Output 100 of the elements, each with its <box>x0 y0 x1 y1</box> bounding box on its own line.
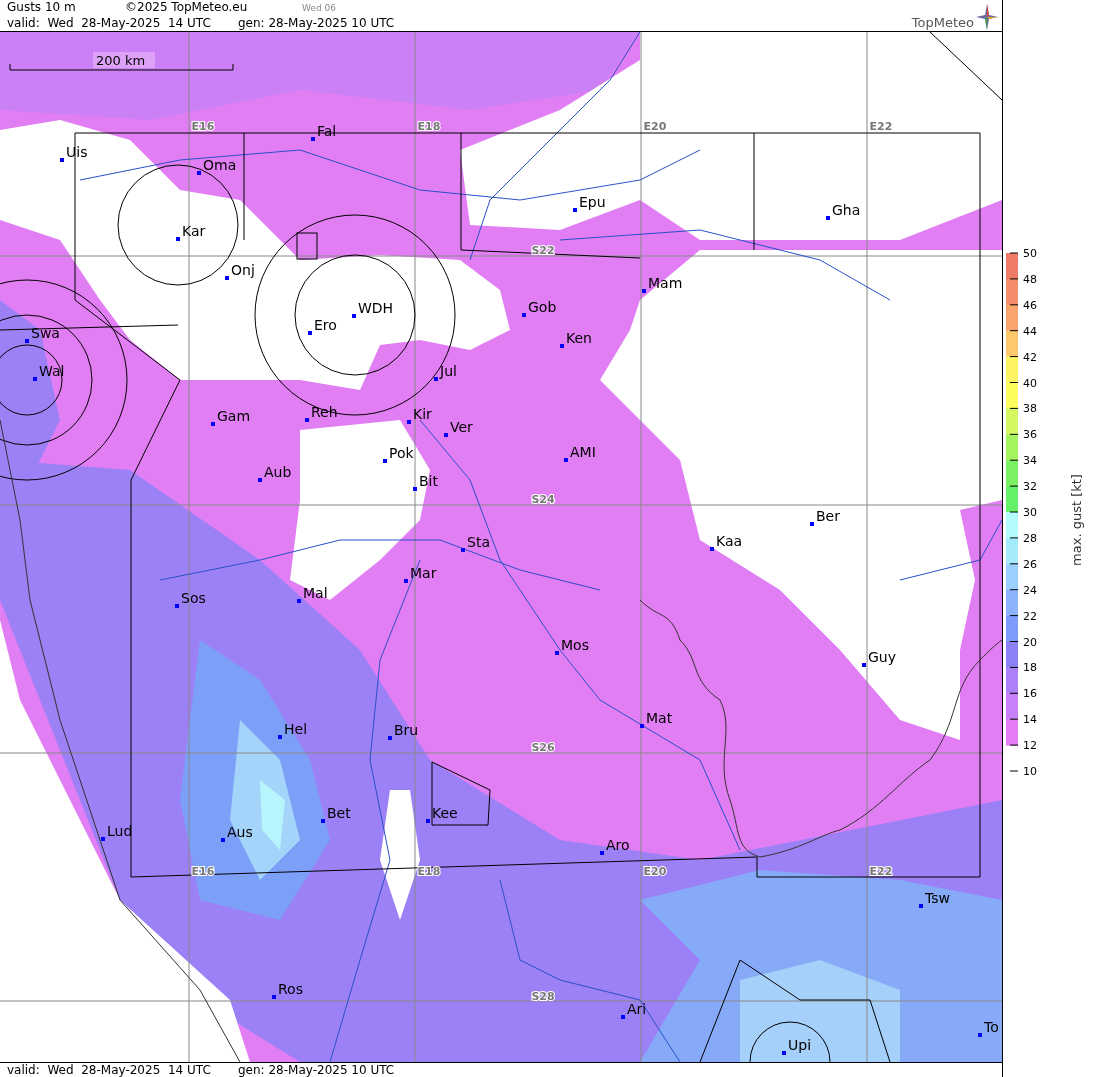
place-label: Sos <box>181 590 206 606</box>
place-marker <box>710 547 714 551</box>
scale-tick-label: 26 <box>1023 557 1037 571</box>
grid-label: E22 <box>869 120 893 133</box>
grid-label: E16 <box>191 120 215 133</box>
place-marker <box>978 1033 982 1037</box>
scale-tick-label: 22 <box>1023 609 1037 623</box>
place-label: Ver <box>450 419 473 435</box>
place-marker <box>826 216 830 220</box>
place-label: Aub <box>264 464 292 480</box>
valid-time: valid: Wed 28-May-2025 14 UTC <box>7 16 212 31</box>
place-label: Gob <box>528 299 557 315</box>
day-code: Wed 06 <box>302 2 336 15</box>
place-label: Ero <box>314 317 337 333</box>
place-marker <box>564 458 568 462</box>
place-marker <box>176 237 180 241</box>
place-label: Mal <box>303 585 328 601</box>
scale-tick-label: 42 <box>1023 350 1037 364</box>
place-marker <box>555 651 559 655</box>
scale-tick-label: 44 <box>1023 324 1037 338</box>
place-marker <box>573 208 577 212</box>
place-marker <box>642 289 646 293</box>
place-marker <box>388 736 392 740</box>
generated-time: gen: 28-May-2025 10 UTC <box>238 16 395 31</box>
place-label: Epu <box>579 194 606 210</box>
place-label: Ros <box>278 981 303 997</box>
place-label: Jul <box>440 363 457 379</box>
place-marker <box>600 851 604 855</box>
place-label: Kee <box>432 805 458 821</box>
place-label: Guy <box>868 649 896 665</box>
place-marker <box>426 819 430 823</box>
place-label: WDH <box>358 300 394 316</box>
place-marker <box>919 904 923 908</box>
place-marker <box>560 344 564 348</box>
scale-tick-label: 32 <box>1023 480 1037 494</box>
scale-tick-label: 12 <box>1023 739 1037 753</box>
grid-label: E18 <box>417 865 441 878</box>
place-label: Mat <box>646 710 673 726</box>
place-label: Mar <box>410 565 437 581</box>
place-label: Bit <box>419 473 438 489</box>
place-label: Swa <box>31 325 60 341</box>
scale-label: 200 km <box>96 53 146 68</box>
place-marker <box>522 313 526 317</box>
place-label: To <box>984 1019 999 1035</box>
place-label: Mam <box>648 275 683 291</box>
valid-time: valid: Wed 28-May-2025 14 UTC <box>7 1063 212 1077</box>
place-label: Kar <box>182 223 206 239</box>
place-marker <box>407 420 411 424</box>
place-label: AMI <box>570 444 596 460</box>
scale-tick-label: 50 <box>1023 247 1037 260</box>
place-label: Kaa <box>716 533 743 549</box>
place-marker <box>862 663 866 667</box>
grid-label: E18 <box>417 120 441 133</box>
place-marker <box>60 158 64 162</box>
place-label: Aro <box>606 837 630 853</box>
legend-title: max. gust [kt] <box>1069 474 1084 566</box>
place-label: Bet <box>327 805 351 821</box>
grid-label: E20 <box>643 865 667 878</box>
place-label: Aus <box>227 824 253 840</box>
place-marker <box>321 819 325 823</box>
place-label: Ari <box>627 1001 647 1017</box>
scale-tick-label: 38 <box>1023 402 1037 416</box>
place-marker <box>461 548 465 552</box>
place-label: Sta <box>467 534 490 550</box>
place-label: Oma <box>203 157 237 173</box>
place-label: Hel <box>284 721 308 737</box>
place-marker <box>272 995 276 999</box>
scale-tick-label: 14 <box>1023 713 1037 727</box>
grid-label: E22 <box>869 865 893 878</box>
scale-tick-label: 30 <box>1023 506 1037 519</box>
place-label: Lud <box>107 823 133 839</box>
grid-label: E20 <box>643 120 667 133</box>
place-label: Ber <box>816 508 840 524</box>
place-marker <box>810 522 814 526</box>
scale-tick-label: 18 <box>1023 661 1037 675</box>
scale-tick-label: 48 <box>1023 272 1037 286</box>
scale-tick-label: 20 <box>1023 635 1037 649</box>
place-marker <box>404 579 408 583</box>
place-label: Bru <box>394 722 419 738</box>
place-marker <box>225 276 229 280</box>
place-marker <box>33 377 37 381</box>
place-label: Upi <box>788 1037 812 1053</box>
place-marker <box>221 838 225 842</box>
place-marker <box>413 487 417 491</box>
logo-text: TopMeteo <box>911 15 974 30</box>
place-marker <box>305 418 309 422</box>
scale-tick-label: 10 <box>1023 765 1037 778</box>
place-label: Kir <box>413 406 432 422</box>
place-marker <box>308 331 312 335</box>
scale-tick-label: 16 <box>1023 687 1037 701</box>
place-marker <box>101 837 105 841</box>
place-label: Mos <box>561 637 589 653</box>
compass-star-icon <box>976 4 998 30</box>
scale-tick-label: 24 <box>1023 583 1037 597</box>
scale-tick-label: 46 <box>1023 298 1037 312</box>
scale-tick-label: 28 <box>1023 531 1037 545</box>
scale-tick-label: 36 <box>1023 428 1037 442</box>
place-label: Onj <box>231 262 255 278</box>
scale-tick-label: 40 <box>1023 376 1037 390</box>
generated-time: gen: 28-May-2025 10 UTC <box>238 1063 395 1077</box>
